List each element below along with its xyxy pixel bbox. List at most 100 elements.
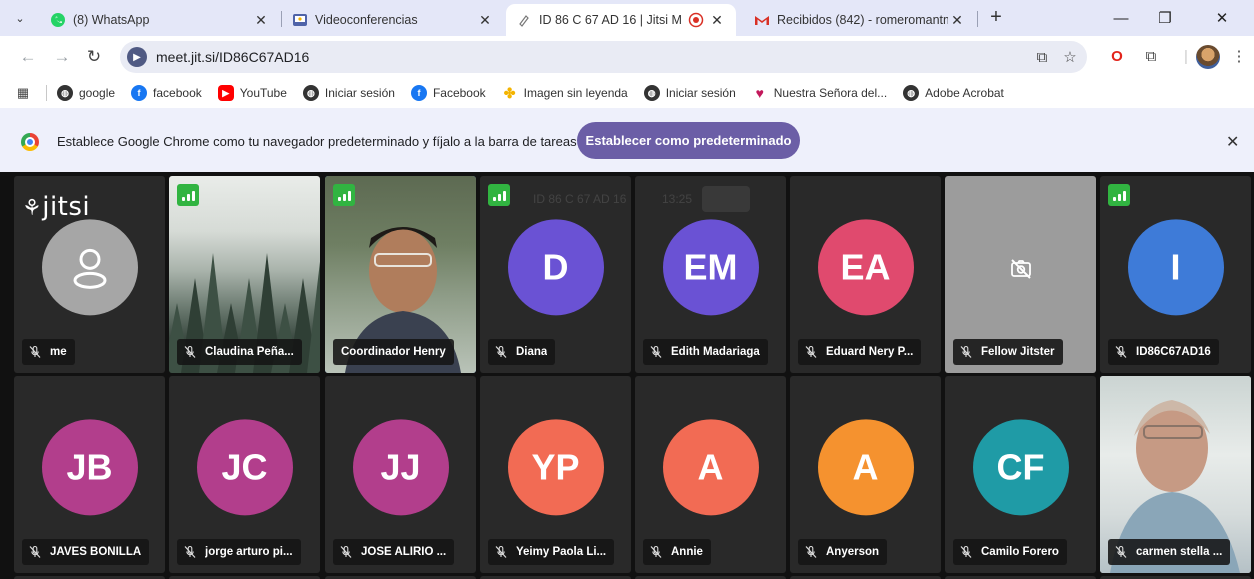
participant-initials-avatar: JB bbox=[41, 418, 138, 515]
participant-name-tag: Diana bbox=[488, 339, 556, 365]
new-tab-plus-icon[interactable]: + bbox=[983, 5, 1009, 31]
muted-mic-icon bbox=[183, 545, 197, 559]
close-icon[interactable]: ✕ bbox=[948, 12, 966, 29]
participant-name-tag: Eduard Nery P... bbox=[798, 339, 922, 365]
url-text: meet.jit.si/ID86C67AD16 bbox=[156, 49, 310, 65]
connection-indicator-icon[interactable] bbox=[1108, 184, 1130, 206]
tab-divider bbox=[977, 11, 978, 27]
minimize-icon[interactable]: — bbox=[1099, 0, 1143, 36]
meeting-info-toggle[interactable] bbox=[702, 186, 750, 212]
participant-name: me bbox=[50, 346, 67, 358]
participant-tile[interactable]: carmen stella ... bbox=[1100, 376, 1251, 573]
participant-tile[interactable]: I ID86C67AD16 bbox=[1100, 176, 1251, 373]
participant-name: JOSE ALIRIO ... bbox=[361, 546, 447, 558]
youtube-icon: ▶ bbox=[217, 85, 234, 101]
jitsi-logo[interactable]: ⚘jitsi bbox=[22, 192, 90, 222]
muted-mic-icon bbox=[804, 345, 818, 359]
globe-icon: ◍ bbox=[643, 85, 660, 101]
bookmarks-bar: ▦ ◍ google f facebook ▶ YouTube ◍ Inicia… bbox=[0, 78, 1254, 108]
bookmark-star-icon[interactable]: ☆ bbox=[1059, 47, 1081, 69]
participant-initials-avatar: YP bbox=[507, 418, 604, 515]
heart-icon: ♥ bbox=[755, 85, 764, 101]
participant-initials-avatar: JJ bbox=[352, 418, 449, 515]
participant-name: Anyerson bbox=[826, 546, 880, 558]
participant-tile[interactable]: A Anyerson bbox=[790, 376, 941, 573]
participant-tile[interactable]: A Annie bbox=[635, 376, 786, 573]
participant-name: Yeimy Paola Li... bbox=[516, 546, 607, 558]
bookmarks-divider bbox=[46, 85, 47, 101]
participant-initials-avatar: A bbox=[817, 418, 914, 515]
forward-arrow-icon[interactable]: → bbox=[50, 45, 74, 69]
bookmark-google[interactable]: ◍ google bbox=[57, 85, 115, 101]
tree-shape bbox=[307, 253, 320, 373]
close-icon[interactable]: ✕ bbox=[708, 12, 726, 29]
chrome-logo-icon bbox=[21, 133, 39, 151]
bookmark-iniciar-sesion-2[interactable]: ◍ Iniciar sesión bbox=[643, 85, 736, 101]
participant-tile[interactable]: EA Eduard Nery P... bbox=[790, 176, 941, 373]
back-arrow-icon[interactable]: ← bbox=[16, 45, 40, 69]
tab-whatsapp[interactable]: (8) WhatsApp ✕ bbox=[40, 4, 280, 36]
globe-icon: ◍ bbox=[302, 85, 319, 101]
participant-tile[interactable]: JB JAVES BONILLA bbox=[14, 376, 165, 573]
bookmark-facebook-2[interactable]: f Facebook bbox=[410, 85, 486, 101]
close-icon[interactable]: ✕ bbox=[1226, 132, 1239, 152]
participant-tile[interactable]: CF Camilo Forero bbox=[945, 376, 1096, 573]
site-info-icon[interactable]: ▶ bbox=[127, 47, 147, 67]
connection-indicator-icon[interactable] bbox=[177, 184, 199, 206]
participant-tile[interactable]: Coordinador Henry bbox=[325, 176, 476, 373]
close-icon[interactable]: ✕ bbox=[476, 12, 494, 29]
bookmark-label: Imagen sin leyenda bbox=[523, 86, 628, 100]
tab-videoconferencias[interactable]: Videoconferencias ✕ bbox=[282, 4, 504, 36]
participant-tile[interactable]: YP Yeimy Paola Li... bbox=[480, 376, 631, 573]
address-bar[interactable]: ▶ meet.jit.si/ID86C67AD16 ⧉ ☆ bbox=[120, 41, 1087, 73]
close-icon[interactable]: ✕ bbox=[252, 12, 270, 29]
participant-name: ID86C67AD16 bbox=[1136, 346, 1211, 358]
apps-grid-icon[interactable]: ▦ bbox=[14, 84, 32, 102]
bookmark-label: Adobe Acrobat bbox=[925, 86, 1004, 100]
participant-name-tag: jorge arturo pi... bbox=[177, 539, 301, 565]
bookmark-facebook[interactable]: f facebook bbox=[131, 85, 202, 101]
participant-initials-avatar: A bbox=[662, 418, 759, 515]
participant-name-tag: Yeimy Paola Li... bbox=[488, 539, 615, 565]
muted-mic-icon bbox=[494, 545, 508, 559]
user-placeholder-icon bbox=[41, 218, 138, 315]
bookmark-adobe-acrobat[interactable]: ◍ Adobe Acrobat bbox=[903, 85, 1004, 101]
reload-icon[interactable]: ↻ bbox=[82, 45, 106, 69]
profile-avatar[interactable] bbox=[1196, 45, 1220, 69]
participant-name-tag: me bbox=[22, 339, 75, 365]
menu-kebab-icon[interactable]: ⋮ bbox=[1228, 46, 1250, 68]
participant-name: Camilo Forero bbox=[981, 546, 1059, 558]
install-app-icon[interactable]: ⧉ bbox=[1031, 47, 1053, 69]
tab-gmail[interactable]: Recibidos (842) - romeromantm ✕ bbox=[744, 4, 976, 36]
connection-indicator-icon[interactable] bbox=[333, 184, 355, 206]
bookmark-nuestra-senora[interactable]: ♥ Nuestra Señora del... bbox=[752, 85, 888, 101]
restore-icon[interactable]: ❐ bbox=[1143, 0, 1187, 36]
classroom-icon bbox=[292, 12, 308, 28]
bookmark-imagen-sin-leyenda[interactable]: ✤ Imagen sin leyenda bbox=[502, 85, 628, 101]
tab-jitsi-meeting[interactable]: ID 86 C 67 AD 16 | Jitsi Mee ✕ bbox=[506, 4, 736, 36]
opera-extension-icon[interactable]: O bbox=[1106, 46, 1128, 68]
participant-name: Fellow Jitster bbox=[981, 346, 1055, 358]
muted-mic-icon bbox=[28, 545, 42, 559]
meeting-stage: me Claudina Peña... Coordinador Henry D Dian… bbox=[0, 172, 1254, 579]
set-default-button[interactable]: Establecer como predeterminado bbox=[577, 122, 800, 159]
extensions-puzzle-icon[interactable]: ⧉ bbox=[1140, 46, 1162, 68]
muted-mic-icon bbox=[28, 345, 42, 359]
participant-name: Claudina Peña... bbox=[205, 346, 294, 358]
bookmark-youtube[interactable]: ▶ YouTube bbox=[217, 85, 287, 101]
participant-name-tag: Coordinador Henry bbox=[333, 339, 454, 365]
participant-name: Diana bbox=[516, 346, 548, 358]
bookmark-iniciar-sesion[interactable]: ◍ Iniciar sesión bbox=[302, 85, 395, 101]
participant-tile[interactable]: Claudina Peña... bbox=[169, 176, 320, 373]
participant-tile[interactable]: Fellow Jitster bbox=[945, 176, 1096, 373]
participant-name-tag: Edith Madariaga bbox=[643, 339, 768, 365]
muted-mic-icon bbox=[649, 545, 663, 559]
infobar-message: Establece Google Chrome como tu navegado… bbox=[57, 134, 577, 149]
connection-indicator-icon[interactable] bbox=[488, 184, 510, 206]
participant-name-tag: Annie bbox=[643, 539, 711, 565]
participant-tile[interactable]: JJ JOSE ALIRIO ... bbox=[325, 376, 476, 573]
bookmark-label: Iniciar sesión bbox=[665, 86, 736, 100]
tab-search-chevron-icon[interactable]: ⌄ bbox=[8, 6, 32, 30]
window-close-icon[interactable]: ✕ bbox=[1200, 0, 1244, 36]
participant-tile[interactable]: JC jorge arturo pi... bbox=[169, 376, 320, 573]
